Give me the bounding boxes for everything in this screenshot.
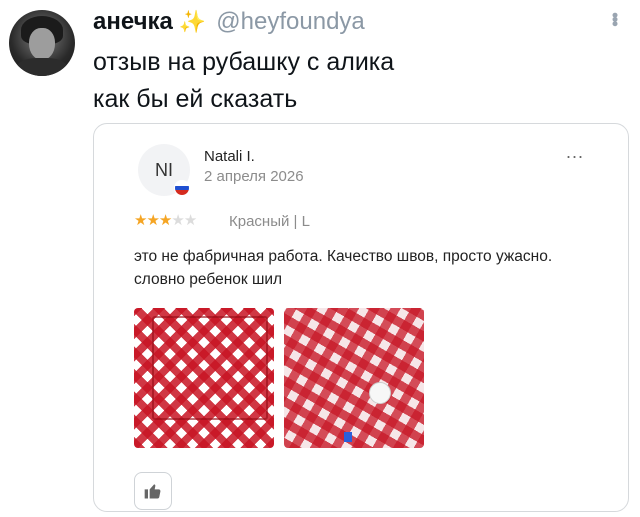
star-icon: ★: [158, 212, 172, 229]
tweet-header: анечка ✨ @heyfoundya: [93, 8, 365, 36]
star-icon: ★: [171, 212, 184, 229]
product-variant: Красный | L: [229, 213, 310, 230]
review-photo[interactable]: [134, 308, 274, 448]
thumbs-up-icon: [144, 484, 161, 499]
star-rating: ★★★★★: [134, 211, 197, 229]
shirt-button: [369, 382, 391, 404]
star-icon: ★: [134, 212, 147, 229]
shirt-tag: [344, 432, 352, 442]
sparkles-icon: ✨: [178, 9, 207, 34]
flag-icon: [174, 180, 190, 196]
star-icon: ★: [146, 212, 159, 229]
more-vertical-icon[interactable]: •••: [605, 12, 625, 25]
review-date: 2 апреля 2026: [204, 168, 304, 185]
review-text: это не фабричная работа. Качество швов, …: [134, 248, 553, 288]
tweet-text: отзыв на рубашку с алика как бы ей сказа…: [93, 44, 613, 118]
like-button[interactable]: [134, 472, 172, 510]
reviewer-name: Natali I.: [204, 148, 255, 165]
reviewer-initials: NI: [155, 159, 173, 180]
tweet-line: как бы ей сказать: [93, 85, 298, 113]
review-photo[interactable]: [284, 308, 424, 448]
author-display-name[interactable]: анечка: [93, 8, 173, 36]
review-more-button[interactable]: ...: [566, 142, 584, 163]
author-handle[interactable]: @heyfoundya: [216, 8, 364, 36]
review-card[interactable]: NI Natali I. 2 апреля 2026 ... ★★★★★ Кра…: [93, 123, 629, 512]
star-icon: ★: [183, 212, 197, 229]
tweet-line: отзыв на рубашку с алика: [93, 48, 395, 76]
author-avatar[interactable]: [9, 10, 75, 76]
